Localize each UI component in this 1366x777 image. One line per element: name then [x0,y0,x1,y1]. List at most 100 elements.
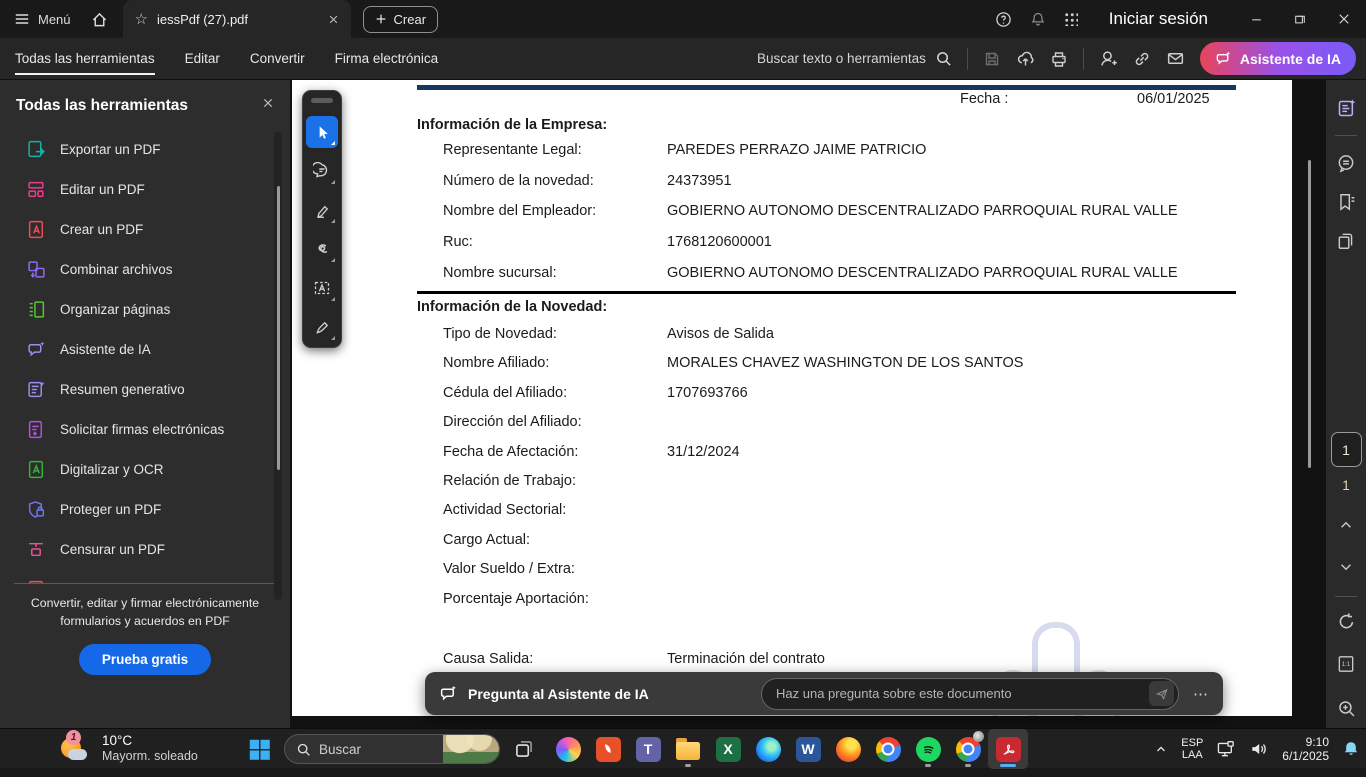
taskbar-app-acrobat[interactable] [988,729,1028,769]
firefox-icon [836,737,861,762]
current-page-box[interactable]: 1 [1331,432,1362,467]
close-tab-icon[interactable] [328,14,339,25]
doc-field-label: Valor Sueldo / Extra: [443,561,575,577]
notification-bell-icon [1342,740,1360,758]
menu-button[interactable]: Menú [0,0,83,38]
more-options-button[interactable]: ⋯ [1193,685,1209,703]
weather-widget[interactable]: 1 10°C Mayorm. soleado [58,733,198,763]
draw-tool-button[interactable] [306,233,338,265]
tools-panel-item-proteger-un-pdf[interactable]: Proteger un PDF [0,489,290,529]
next-page-button[interactable] [1332,553,1360,581]
clock[interactable]: 9:10 6/1/2025 [1282,735,1329,763]
toolbar-tab-firma-electr-nica[interactable]: Firma electrónica [335,38,439,79]
ai-question-input[interactable] [776,686,1149,701]
generative-summary-button[interactable] [1332,94,1360,122]
tools-panel-item-censurar-un-pdf[interactable]: Censurar un PDF [0,529,290,569]
taskbar-app-copilot[interactable] [548,729,588,769]
search-tools-button[interactable]: Buscar texto o herramientas [757,50,952,67]
copy-link-button[interactable] [1133,50,1151,68]
taskbar-app-edge[interactable] [748,729,788,769]
tool-item-label: Comprimir un PDF [60,582,172,584]
task-view-button[interactable] [506,730,542,768]
create-button[interactable]: Crear [363,6,439,33]
add-text-tool-button[interactable] [306,272,338,304]
highlight-tool-button[interactable] [306,194,338,226]
sign-tool-button[interactable] [306,311,338,343]
close-panel-button[interactable] [262,97,274,109]
volume-button[interactable] [1249,739,1269,759]
tools-panel-item-asistente-de-ia[interactable]: Asistente de IA [0,329,290,369]
doc-field-row: Tipo de Novedad:Avisos de Salida [443,326,557,348]
home-button[interactable] [83,0,117,38]
star-icon[interactable]: ☆ [135,10,148,28]
tools-panel-item-combinar-archivos[interactable]: Combinar archivos [0,249,290,289]
send-button[interactable] [1149,681,1174,706]
tools-panel-item-resumen-generativo[interactable]: Resumen generativo [0,369,290,409]
toolbar-tab-convertir[interactable]: Convertir [250,38,305,79]
network-button[interactable] [1216,739,1236,759]
document-tab[interactable]: ☆ iessPdf (27).pdf [123,0,351,38]
zoom-in-icon [1337,699,1356,718]
tool-item-label: Crear un PDF [60,222,143,237]
sign-in-button[interactable]: Iniciar sesión [1109,9,1208,29]
ai-assistant-button[interactable]: Asistente de IA [1200,42,1356,75]
taskbar-app-chrome[interactable] [868,729,908,769]
file-explorer-icon [676,742,700,760]
tool-item-label: Asistente de IA [60,342,151,357]
comments-panel-button[interactable] [1332,149,1360,177]
tools-panel-item-editar-un-pdf[interactable]: Editar un PDF [0,169,290,209]
taskbar-search-input[interactable] [319,742,435,757]
toolbar-tab-todas-las-herramientas[interactable]: Todas las herramientas [15,38,155,79]
apps-launcher-button[interactable] [1055,0,1089,38]
doc-date-value: 06/01/2025 [1137,91,1210,107]
taskbar-app-excel[interactable]: X [708,729,748,769]
search-highlight-image[interactable] [443,735,499,763]
taskbar-app-file-explorer[interactable] [668,729,708,769]
tools-panel-item-crear-un-pdf[interactable]: Crear un PDF [0,209,290,249]
add-reviewer-button[interactable] [1099,49,1118,68]
free-trial-button[interactable]: Prueba gratis [79,644,211,675]
rotate-refresh-button[interactable] [1332,607,1360,635]
taskbar-search[interactable] [284,734,500,764]
share-upload-button[interactable] [1016,49,1035,68]
email-button[interactable] [1166,49,1185,68]
restore-button[interactable] [1278,0,1322,38]
drag-handle[interactable] [311,98,333,103]
previous-page-button[interactable] [1332,511,1360,539]
language-indicator[interactable]: ESP LAA [1181,737,1203,761]
taskbar-app-teams[interactable]: T [628,729,668,769]
tools-panel-item-digitalizar-y-ocr[interactable]: Digitalizar y OCR [0,449,290,489]
select-tool-button[interactable] [306,116,338,148]
taskbar-app-spotify[interactable] [908,729,948,769]
actual-size-button[interactable]: 1:1 [1332,650,1360,678]
hidden-icons-button[interactable] [1154,742,1168,756]
print-button[interactable] [1050,50,1068,68]
taskbar-app-pdf-editor[interactable] [588,729,628,769]
zoom-in-button[interactable] [1332,694,1360,722]
taskbar-app-firefox[interactable] [828,729,868,769]
save-button[interactable] [983,50,1001,68]
taskbar-app-chrome-profile[interactable] [948,729,988,769]
tools-panel-item-solicitar-firmas-electr-nicas[interactable]: Solicitar firmas electrónicas [0,409,290,449]
notification-center-button[interactable] [1342,740,1360,758]
tools-panel-item-exportar-un-pdf[interactable]: Exportar un PDF [0,129,290,169]
page-thumbnails-button[interactable] [1332,227,1360,255]
doc-field-row: Valor Sueldo / Extra: [443,561,575,583]
close-window-button[interactable] [1322,0,1366,38]
comment-tool-button[interactable] [306,155,338,187]
taskbar-app-word[interactable]: W [788,729,828,769]
export-tool-icon [27,140,46,159]
document-scrollbar[interactable] [1308,160,1311,468]
minimize-button[interactable] [1234,0,1278,38]
doc-field-row: Ruc:1768120600001 [443,234,473,256]
help-button[interactable] [987,0,1021,38]
panel-scrollbar-thumb[interactable] [277,186,280,470]
notifications-button[interactable] [1021,0,1055,38]
toolbar-tab-editar[interactable]: Editar [185,38,220,79]
doc-field-row: Relación de Trabajo: [443,473,576,495]
tools-panel-item-organizar-p-ginas[interactable]: Organizar páginas [0,289,290,329]
start-button[interactable] [240,730,278,768]
document-viewer: Fecha : 06/01/2025 Información de la Emp… [290,80,1326,728]
bookmarks-panel-button[interactable] [1332,188,1360,216]
tools-panel-item-comprimir-un-pdf[interactable]: Comprimir un PDF [0,569,290,583]
